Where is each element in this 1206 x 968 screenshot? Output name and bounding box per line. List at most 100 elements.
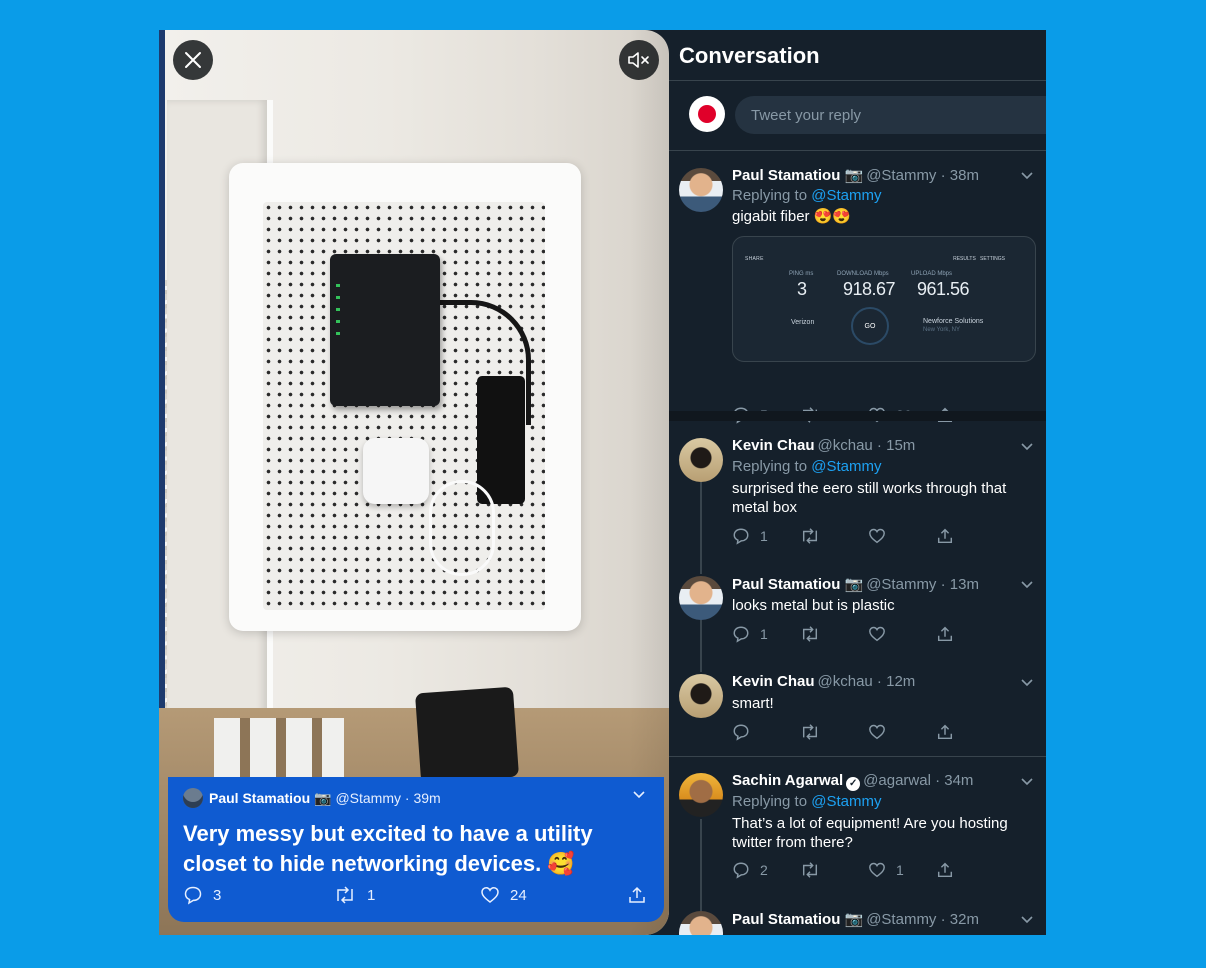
retweet-icon bbox=[802, 724, 818, 740]
avatar[interactable] bbox=[679, 168, 723, 212]
reply-icon bbox=[733, 528, 749, 545]
card-download-value: 918.67 bbox=[843, 279, 896, 299]
tweet-more-button[interactable] bbox=[1020, 675, 1034, 693]
caption-author-name[interactable]: Paul Stamatiou 📷 bbox=[209, 790, 331, 807]
divider bbox=[669, 80, 1046, 81]
video-frame-power-supply bbox=[477, 376, 525, 504]
retweet-button[interactable] bbox=[799, 861, 831, 879]
card-results-label: RESULTS bbox=[953, 256, 976, 262]
like-button[interactable]: 1 bbox=[868, 861, 904, 879]
share-button[interactable] bbox=[936, 527, 964, 545]
tweet-header: Paul Stamatiou 📷 @Stammy · 32m bbox=[732, 910, 979, 928]
tweet-author-name[interactable]: Kevin Chau bbox=[732, 673, 815, 690]
mention-link[interactable]: @Stammy bbox=[811, 187, 881, 204]
tweet-more-button[interactable] bbox=[1020, 774, 1034, 792]
retweet-button[interactable] bbox=[799, 723, 831, 741]
chevron-down-icon bbox=[1021, 679, 1033, 687]
avatar[interactable] bbox=[679, 438, 723, 482]
caption-retweet-button[interactable]: 1 bbox=[333, 885, 375, 905]
reply-input[interactable] bbox=[735, 96, 1046, 134]
tweet-meta: @Stammy · 32m bbox=[866, 911, 979, 928]
mention-link[interactable]: @Stammy bbox=[811, 458, 881, 475]
caption-share-button[interactable] bbox=[627, 885, 657, 905]
avatar[interactable] bbox=[183, 788, 203, 808]
tweet-text: That’s a lot of equipment! Are you hosti… bbox=[732, 815, 1008, 851]
speaker-muted-icon bbox=[628, 52, 649, 68]
avatar[interactable] bbox=[679, 674, 723, 718]
tweet-author-name[interactable]: Paul Stamatiou 📷 bbox=[732, 167, 863, 184]
tweet-header: Paul Stamatiou 📷 @Stammy · 38m bbox=[732, 166, 979, 184]
share-button[interactable] bbox=[936, 625, 964, 643]
verified-icon: ✓ bbox=[846, 777, 861, 791]
share-icon bbox=[937, 862, 953, 878]
thread-line bbox=[700, 819, 702, 919]
reply-button[interactable]: 2 bbox=[732, 861, 768, 879]
heart-icon bbox=[869, 862, 885, 878]
card-ping-label: PING ms bbox=[789, 271, 814, 277]
avatar[interactable] bbox=[679, 911, 723, 935]
tweet-header: Kevin Chau @kchau · 15m bbox=[732, 437, 915, 454]
tweet-author-name[interactable]: Paul Stamatiou 📷 bbox=[732, 911, 863, 928]
share-button[interactable] bbox=[936, 861, 964, 879]
replying-to-label: Replying to bbox=[732, 793, 812, 810]
like-button[interactable] bbox=[868, 723, 896, 741]
chevron-down-icon bbox=[1021, 443, 1033, 451]
reply-count: 1 bbox=[760, 626, 768, 642]
tweet-author-name[interactable]: Kevin Chau bbox=[732, 437, 815, 454]
conversation-panel: Conversation Paul Stamatiou 📷@Stammy · 3… bbox=[669, 30, 1046, 935]
card-upload-label: UPLOAD Mbps bbox=[911, 271, 953, 277]
share-button[interactable] bbox=[936, 723, 964, 741]
tweet-more-button[interactable] bbox=[1020, 168, 1034, 186]
reply-icon bbox=[733, 626, 749, 643]
replying-to: Replying to @Stammy bbox=[732, 187, 881, 204]
retweet-icon bbox=[802, 626, 818, 642]
tweet-header: Sachin Agarwal ✓ @agarwal · 34m bbox=[732, 772, 973, 791]
retweet-icon bbox=[802, 862, 818, 878]
tweet-more-button[interactable] bbox=[1020, 439, 1034, 457]
caption-reply-button[interactable]: 3 bbox=[183, 885, 221, 905]
caption-more-button[interactable] bbox=[632, 787, 646, 805]
tweet-actions: 1 bbox=[732, 527, 1012, 547]
heart-icon bbox=[869, 626, 885, 642]
tweet-more-button[interactable] bbox=[1020, 912, 1034, 930]
speedtest-card[interactable]: SHARE RESULTS SETTINGS PING ms 3 DOWNLOA… bbox=[732, 236, 1036, 362]
close-button[interactable] bbox=[173, 40, 213, 80]
mute-button[interactable] bbox=[619, 40, 659, 80]
chevron-down-icon bbox=[1021, 916, 1033, 924]
heart-icon bbox=[869, 724, 885, 740]
reply-count: 2 bbox=[760, 862, 768, 878]
tweet-author-name[interactable]: Paul Stamatiou 📷 bbox=[732, 576, 863, 593]
replying-to: Replying to @Stammy bbox=[732, 458, 881, 475]
tweet-header: Paul Stamatiou 📷 @Stammy · 13m bbox=[732, 575, 979, 593]
like-button[interactable] bbox=[868, 527, 896, 545]
tweet-author-name[interactable]: Sachin Agarwal bbox=[732, 772, 843, 789]
avatar[interactable] bbox=[689, 96, 725, 132]
reply-icon bbox=[733, 724, 749, 741]
mention-link[interactable]: @Stammy bbox=[811, 793, 881, 810]
conversation-title: Conversation bbox=[679, 43, 820, 68]
caption-like-button[interactable]: 24 bbox=[480, 885, 527, 905]
retweet-button[interactable] bbox=[799, 527, 831, 545]
share-icon bbox=[937, 626, 953, 642]
retweet-icon bbox=[337, 886, 353, 904]
reply-count: 1 bbox=[760, 528, 768, 544]
heart-icon bbox=[869, 528, 885, 544]
card-isp: Verizon bbox=[791, 319, 815, 326]
caption-actions: 3 1 24 bbox=[183, 885, 653, 909]
avatar[interactable] bbox=[679, 576, 723, 620]
like-button[interactable] bbox=[868, 625, 896, 643]
tweet-header: Kevin Chau @kchau · 12m bbox=[732, 673, 915, 690]
tweet-caption-card[interactable]: Paul Stamatiou 📷 @Stammy · 39m Very mess… bbox=[168, 777, 664, 922]
avatar[interactable] bbox=[679, 773, 723, 817]
reply-button[interactable]: 1 bbox=[732, 625, 768, 643]
video-frame-box bbox=[414, 686, 520, 784]
tweet-text: smart! bbox=[732, 695, 774, 712]
card-go-button[interactable]: GO bbox=[851, 307, 889, 345]
retweet-button[interactable] bbox=[799, 625, 831, 643]
tweet-more-button[interactable] bbox=[1020, 577, 1034, 595]
card-ping-value: 3 bbox=[797, 279, 807, 299]
video-player[interactable]: Paul Stamatiou 📷 @Stammy · 39m Very mess… bbox=[159, 30, 669, 935]
reply-button[interactable]: 1 bbox=[732, 527, 768, 545]
reply-button[interactable] bbox=[732, 723, 760, 741]
replying-to-label: Replying to bbox=[732, 458, 812, 475]
